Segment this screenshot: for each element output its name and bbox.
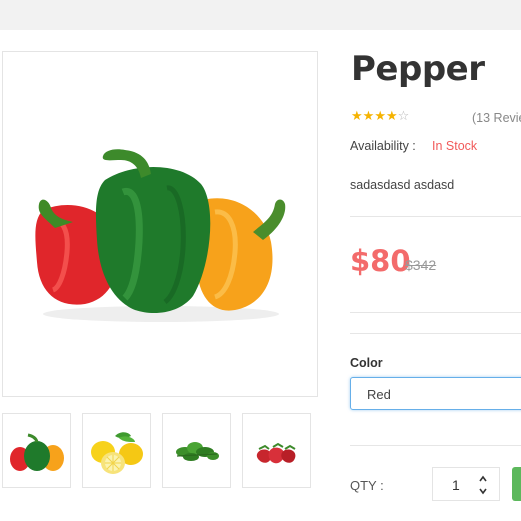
stock-status: In Stock <box>432 139 478 153</box>
divider <box>350 312 521 313</box>
top-bar <box>0 0 521 30</box>
bell-peppers-thumb-image <box>10 433 64 471</box>
star-full-icon: ★ <box>374 108 386 123</box>
quantity-label: QTY : <box>350 478 384 493</box>
product-title: Pepper <box>351 49 485 89</box>
original-price: $342 <box>405 257 437 273</box>
chevron-down-icon[interactable] <box>477 486 489 496</box>
color-select[interactable]: Red <box>350 377 521 410</box>
thumbnail-bell-peppers[interactable] <box>2 413 71 488</box>
lemons-thumb-image <box>91 432 143 474</box>
star-full-icon: ★ <box>385 108 398 123</box>
star-rating: ★★★★☆ <box>351 108 409 124</box>
divider <box>350 216 521 217</box>
chevron-up-icon[interactable] <box>477 474 489 484</box>
thumbnail-strawberries[interactable] <box>242 413 311 488</box>
bell-peppers-image <box>35 149 286 322</box>
strawberries-thumb-image <box>256 442 296 464</box>
color-selected-value: Red <box>367 387 391 402</box>
main-product-image[interactable] <box>2 51 318 397</box>
star-full-icon: ★ <box>351 108 363 123</box>
divider <box>350 445 521 446</box>
product-price: $80 <box>350 244 411 278</box>
star-full-icon: ★ <box>362 108 375 123</box>
add-to-cart-button[interactable] <box>512 467 521 501</box>
review-count-link[interactable]: (13 Revie <box>472 111 521 125</box>
color-label: Color <box>350 356 383 370</box>
thumbnail-herbs[interactable] <box>162 413 231 488</box>
quantity-value[interactable]: 1 <box>452 477 460 493</box>
quantity-stepper[interactable]: 1 <box>432 467 500 501</box>
divider <box>350 333 521 334</box>
herbs-thumb-image <box>176 442 219 461</box>
product-description: sadasdasd asdasd <box>350 178 455 192</box>
thumbnail-lemons[interactable] <box>82 413 151 488</box>
star-empty-icon: ☆ <box>397 108 410 123</box>
availability-label: Availability : <box>350 139 416 153</box>
